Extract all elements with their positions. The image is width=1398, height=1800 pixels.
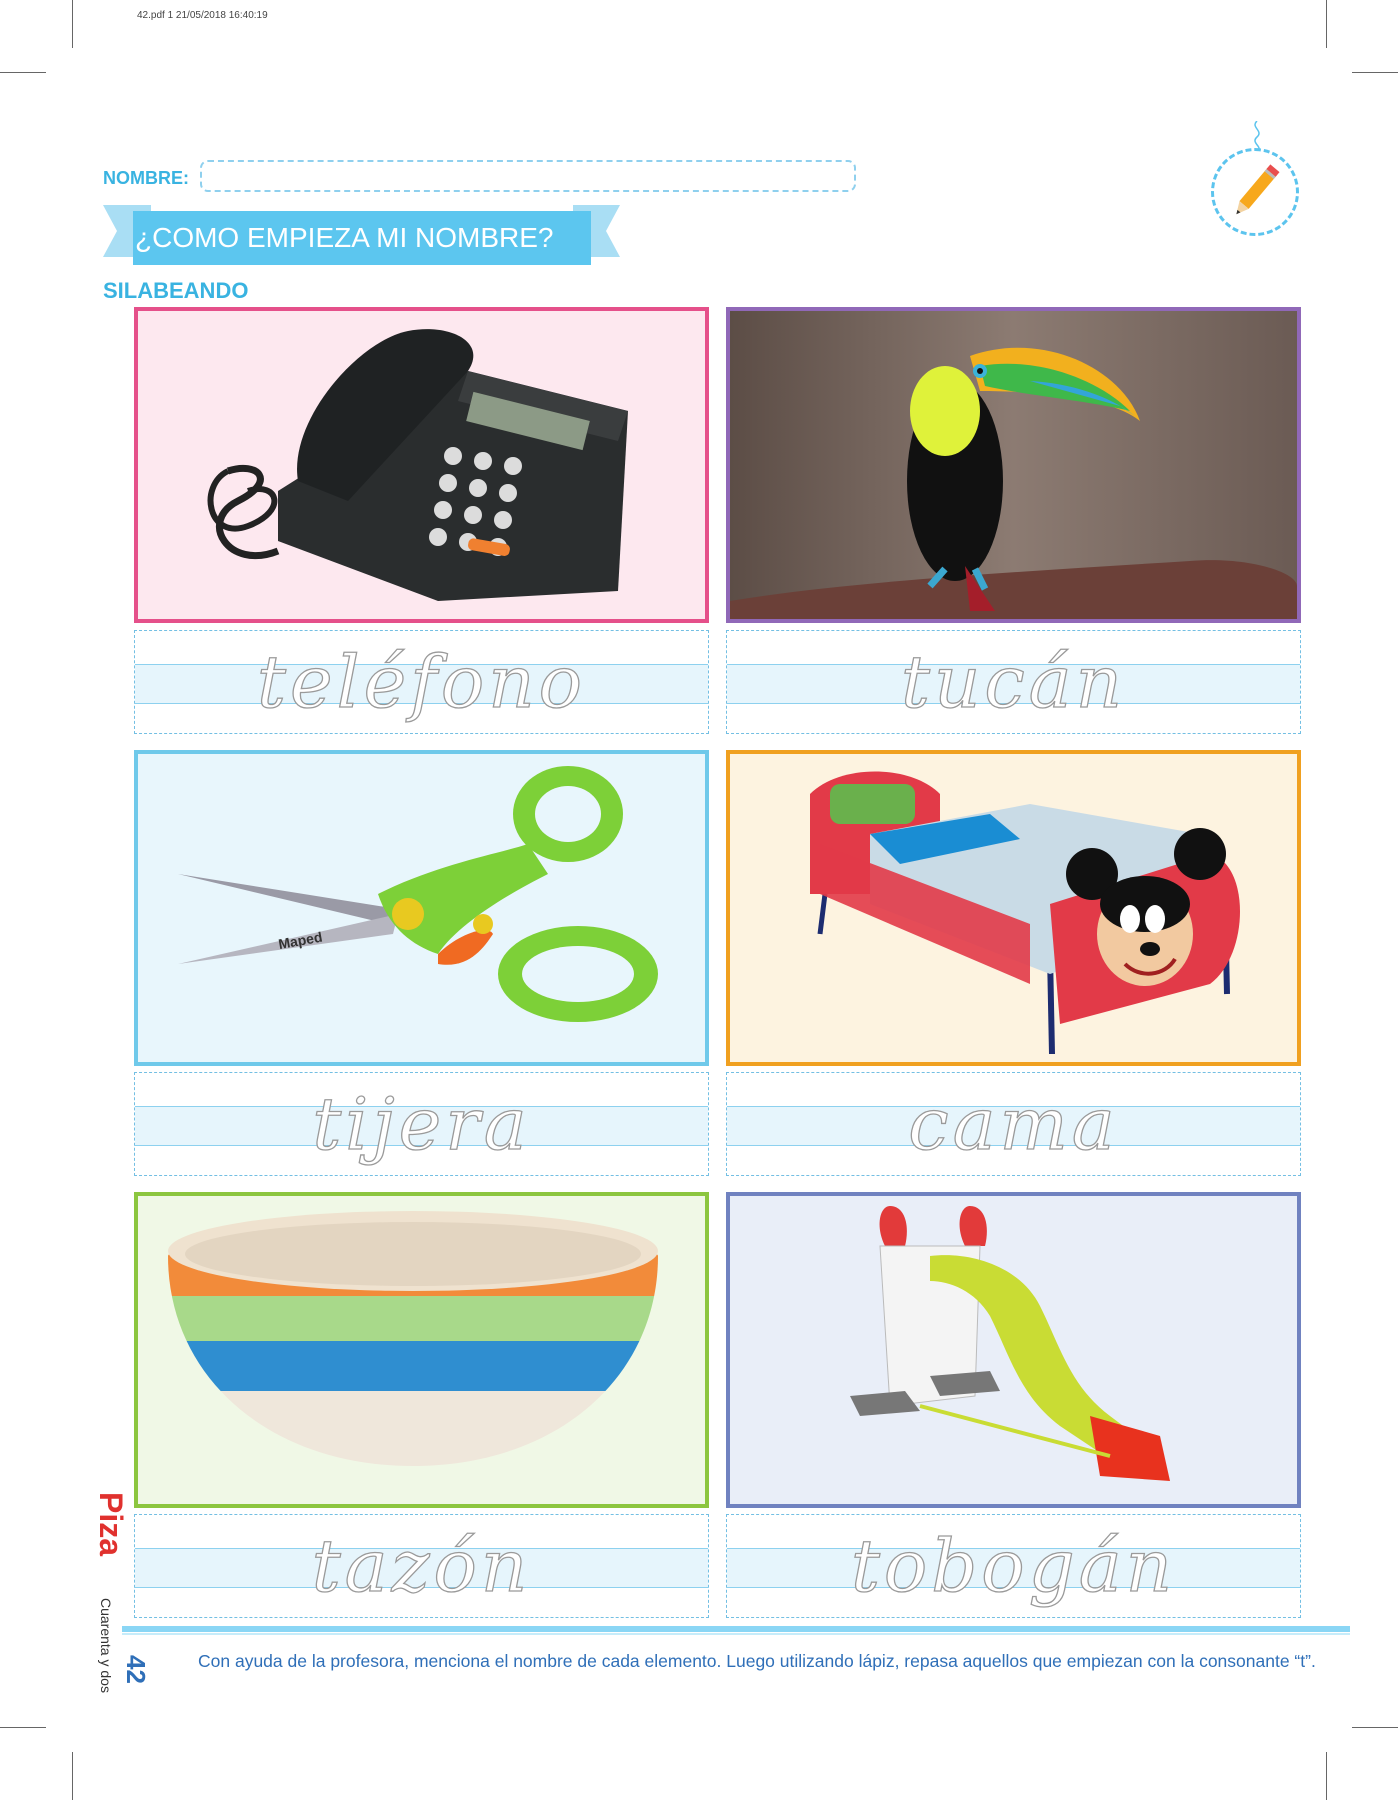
page-number-words: Cuarenta y dos (98, 1598, 114, 1693)
trace-word: tucán (900, 639, 1126, 724)
trace-row-tucan[interactable]: tucán (726, 630, 1301, 734)
toucan-icon (730, 311, 1297, 619)
svg-text:Piza: Piza (96, 1492, 129, 1556)
crop-mark (72, 1752, 73, 1800)
crop-mark (1352, 72, 1398, 73)
trace-row-telefono[interactable]: teléfono (134, 630, 709, 734)
card-telefono (134, 307, 709, 623)
scissors-icon: Maped (178, 766, 658, 1022)
bowl-icon (168, 1211, 658, 1466)
squiggle-decoration (1254, 121, 1260, 151)
crop-mark (72, 0, 73, 48)
crop-mark (1326, 0, 1327, 48)
crop-mark (1326, 1752, 1327, 1800)
trace-row-cama[interactable]: cama (726, 1072, 1301, 1176)
telephone-icon (207, 329, 628, 601)
trace-word: cama (908, 1081, 1119, 1166)
instructions-text: Con ayuda de la profesora, menciona el n… (198, 1651, 1316, 1671)
bed-icon (810, 771, 1240, 1055)
crop-mark (0, 1727, 46, 1728)
nombre-field[interactable] (200, 160, 856, 192)
trace-word: teléfono (256, 639, 586, 724)
card-tucan (726, 307, 1301, 623)
pencil-badge (1211, 121, 1299, 236)
card-tobogan (726, 1192, 1301, 1508)
footer-rule-light (122, 1633, 1350, 1635)
card-cama (726, 750, 1301, 1066)
trace-row-tazon[interactable]: tazón (134, 1514, 709, 1618)
pencil-icon (1236, 164, 1280, 215)
trace-word: tijera (312, 1081, 531, 1166)
crop-mark (0, 72, 46, 73)
page-number: 42 (121, 1655, 151, 1684)
svg-text:Maped: Maped (277, 929, 323, 952)
trace-word: tobogán (850, 1523, 1177, 1608)
print-metadata: 42.pdf 1 21/05/2018 16:40:19 (137, 10, 268, 21)
trace-word: tazón (311, 1523, 532, 1608)
card-tijera: Maped (134, 750, 709, 1066)
crop-mark (1352, 1727, 1398, 1728)
publisher-logo: Piza (96, 1492, 129, 1556)
nombre-label: NOMBRE: (103, 168, 189, 188)
card-tazon (134, 1192, 709, 1508)
subtitle: SILABEANDO (103, 278, 249, 303)
footer-rule (122, 1626, 1350, 1632)
banner-title: ¿COMO EMPIEZA MI NOMBRE? (135, 222, 554, 253)
trace-row-tijera[interactable]: tijera (134, 1072, 709, 1176)
trace-row-tobogan[interactable]: tobogán (726, 1514, 1301, 1618)
slide-icon (850, 1206, 1170, 1481)
